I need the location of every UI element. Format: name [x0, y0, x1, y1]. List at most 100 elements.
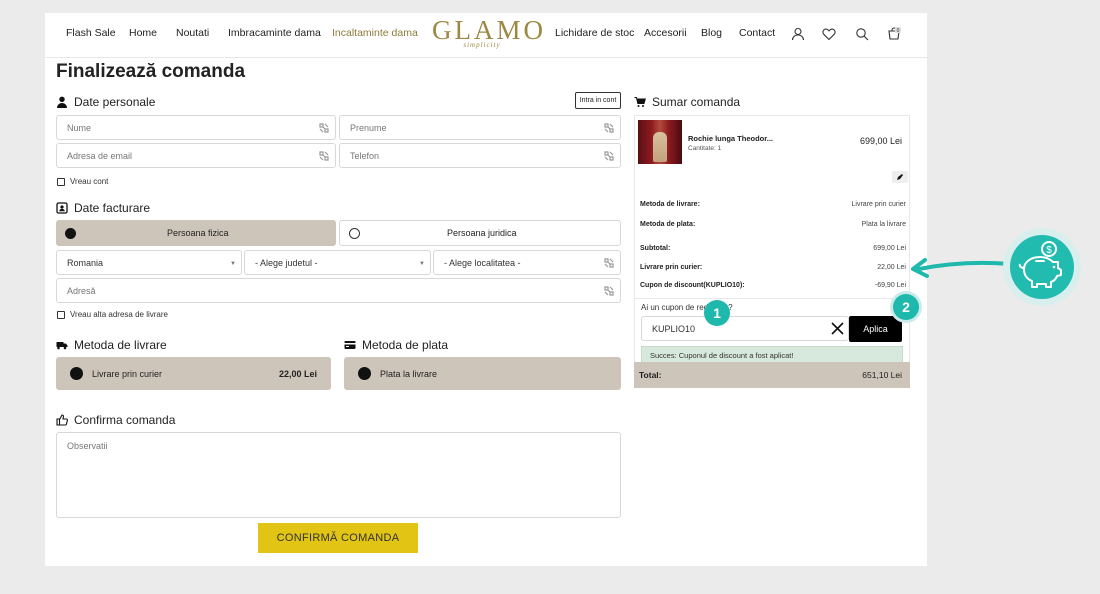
payment-option-label: Plata la livrare: [380, 368, 438, 379]
nav-link-blog[interactable]: Blog: [701, 27, 722, 39]
shipping-option-curier[interactable]: Livrare prin curier 22,00 Lei: [56, 357, 331, 390]
clear-coupon-icon[interactable]: [830, 321, 845, 336]
total-label: Total:: [639, 370, 662, 380]
other-address-checkbox[interactable]: Vreau alta adresa de livrare: [57, 310, 168, 319]
phone-placeholder: Telefon: [350, 150, 380, 161]
login-button[interactable]: Intra in cont: [575, 92, 621, 109]
step-badge-1: 1: [704, 300, 730, 326]
truck-icon: [56, 342, 68, 350]
total-value: 651,10 Lei: [862, 370, 902, 380]
coupon-section: Ai un cupon de reducere? KUPLIO10 Aplica…: [635, 298, 909, 369]
county-select[interactable]: - Alege judetul - ▼: [244, 250, 431, 275]
first-name-placeholder: Nume: [67, 122, 92, 133]
cart-count-badge: 0: [897, 28, 900, 34]
autofill-key-icon[interactable]: [319, 123, 329, 133]
pencil-icon: [897, 174, 903, 180]
nav-link-noutati[interactable]: Noutati: [176, 27, 209, 39]
nav-link-lichidare[interactable]: Lichidare de stoc: [555, 27, 634, 39]
section-personal-label: Date personale: [74, 95, 156, 109]
apply-coupon-button[interactable]: Aplica: [849, 316, 902, 342]
row-label: Livrare prin curier:: [640, 264, 703, 271]
autofill-key-icon[interactable]: [604, 123, 614, 133]
row-label: Subtotal:: [640, 245, 671, 252]
want-account-checkbox[interactable]: Vreau cont: [57, 177, 108, 186]
step-badge-2: 2: [893, 294, 919, 320]
nav-link-incaltaminte[interactable]: Incaltaminte dama: [332, 27, 418, 39]
product-name[interactable]: Rochie lunga Theodor...: [688, 134, 773, 143]
edit-cart-button[interactable]: [892, 171, 908, 183]
radio-persoana-fizica[interactable]: Persoana fizica: [56, 220, 336, 246]
last-name-placeholder: Prenume: [350, 122, 387, 133]
search-icon[interactable]: [855, 27, 869, 41]
glamo-logo[interactable]: GLAMO simplicity: [432, 15, 543, 49]
row-value: Livrare prin curier: [851, 201, 906, 208]
city-select[interactable]: - Alege localitatea -: [433, 250, 621, 275]
shipping-option-label: Livrare prin curier: [92, 368, 163, 379]
thumbs-up-icon: [56, 414, 68, 426]
autofill-key-icon[interactable]: [319, 151, 329, 161]
user-icon[interactable]: [791, 27, 805, 41]
section-confirm-title: Confirma comanda: [56, 413, 175, 427]
autofill-key-icon[interactable]: [604, 151, 614, 161]
annotation-arrow-icon: [911, 258, 1011, 278]
product-figure: [653, 132, 667, 162]
shopping-cart-icon: [634, 97, 646, 107]
row-label: Metoda de livrare:: [640, 201, 700, 208]
row-value: -69,90 Lei: [874, 282, 906, 289]
page-title: Finalizează comanda: [56, 61, 246, 82]
city-placeholder: - Alege localitatea -: [444, 257, 521, 268]
radio-persoana-juridica[interactable]: Persoana juridica: [339, 220, 621, 246]
row-label: Metoda de plata:: [640, 221, 696, 228]
nav-link-home[interactable]: Home: [129, 27, 157, 39]
county-placeholder: - Alege judetul -: [255, 257, 318, 268]
section-payment-label: Metoda de plata: [362, 338, 449, 352]
confirm-order-button[interactable]: CONFIRMĂ COMANDA: [258, 523, 418, 553]
observations-textarea[interactable]: Observatii: [56, 432, 621, 518]
email-placeholder: Adresa de email: [67, 150, 133, 161]
row-value: 22,00 Lei: [877, 264, 906, 271]
section-summary-title: Sumar comanda: [634, 95, 740, 109]
nav-link-accesorii[interactable]: Accesorii: [644, 27, 687, 39]
observations-placeholder: Observatii: [67, 441, 108, 451]
svg-text:$: $: [1046, 245, 1052, 256]
radio-dot-unselected[interactable]: [349, 227, 360, 239]
phone-field[interactable]: Telefon: [339, 143, 621, 168]
autofill-key-icon[interactable]: [604, 286, 614, 296]
nav-divider: [45, 57, 927, 58]
product-quantity: Cantitate: 1: [688, 145, 722, 152]
section-personal-title: Date personale: [56, 95, 155, 109]
email-field[interactable]: Adresa de email: [56, 143, 336, 168]
section-billing-title: Date facturare: [56, 201, 150, 215]
coupon-value: KUPLIO10: [652, 323, 696, 334]
coupon-input[interactable]: KUPLIO10: [641, 316, 849, 341]
section-payment-title: Metoda de plata: [344, 338, 448, 352]
row-value: 699,00 Lei: [873, 245, 906, 252]
last-name-field[interactable]: Prenume: [339, 115, 621, 140]
address-field[interactable]: Adresă: [56, 278, 621, 303]
heart-icon[interactable]: [822, 27, 836, 41]
radio-dot-selected[interactable]: [65, 227, 76, 239]
first-name-field[interactable]: Nume: [56, 115, 336, 140]
nav-link-flash-sale[interactable]: Flash Sale: [66, 27, 116, 39]
payment-option-ramburs[interactable]: Plata la livrare: [344, 357, 621, 390]
order-summary-card: Rochie lunga Theodor... Cantitate: 1 699…: [634, 115, 910, 377]
country-value: Romania: [67, 257, 104, 268]
section-summary-label: Sumar comanda: [652, 95, 741, 109]
autofill-key-icon[interactable]: [604, 258, 614, 268]
section-billing-label: Date facturare: [74, 201, 151, 215]
country-select[interactable]: Romania ▼: [56, 250, 242, 275]
order-total-bar: Total: 651,10 Lei: [634, 362, 910, 388]
row-label: Cupon de discount(KUPLIO10):: [640, 282, 745, 289]
checkbox-box[interactable]: [57, 177, 65, 186]
nav-link-contact[interactable]: Contact: [739, 27, 775, 39]
cart-icon[interactable]: 0: [887, 27, 901, 41]
piggy-bank-icon: $: [1018, 241, 1062, 288]
chevron-down-icon: ▼: [419, 261, 425, 267]
product-thumbnail[interactable]: [638, 120, 682, 164]
nav-link-imbracaminte[interactable]: Imbracaminte dama: [228, 27, 321, 39]
radio-dot-selected[interactable]: [358, 367, 371, 380]
credit-card-icon: [344, 341, 356, 349]
checkbox-box[interactable]: [57, 310, 65, 319]
radio-dot-selected[interactable]: [70, 367, 83, 380]
section-shipping-title: Metoda de livrare: [56, 338, 167, 352]
